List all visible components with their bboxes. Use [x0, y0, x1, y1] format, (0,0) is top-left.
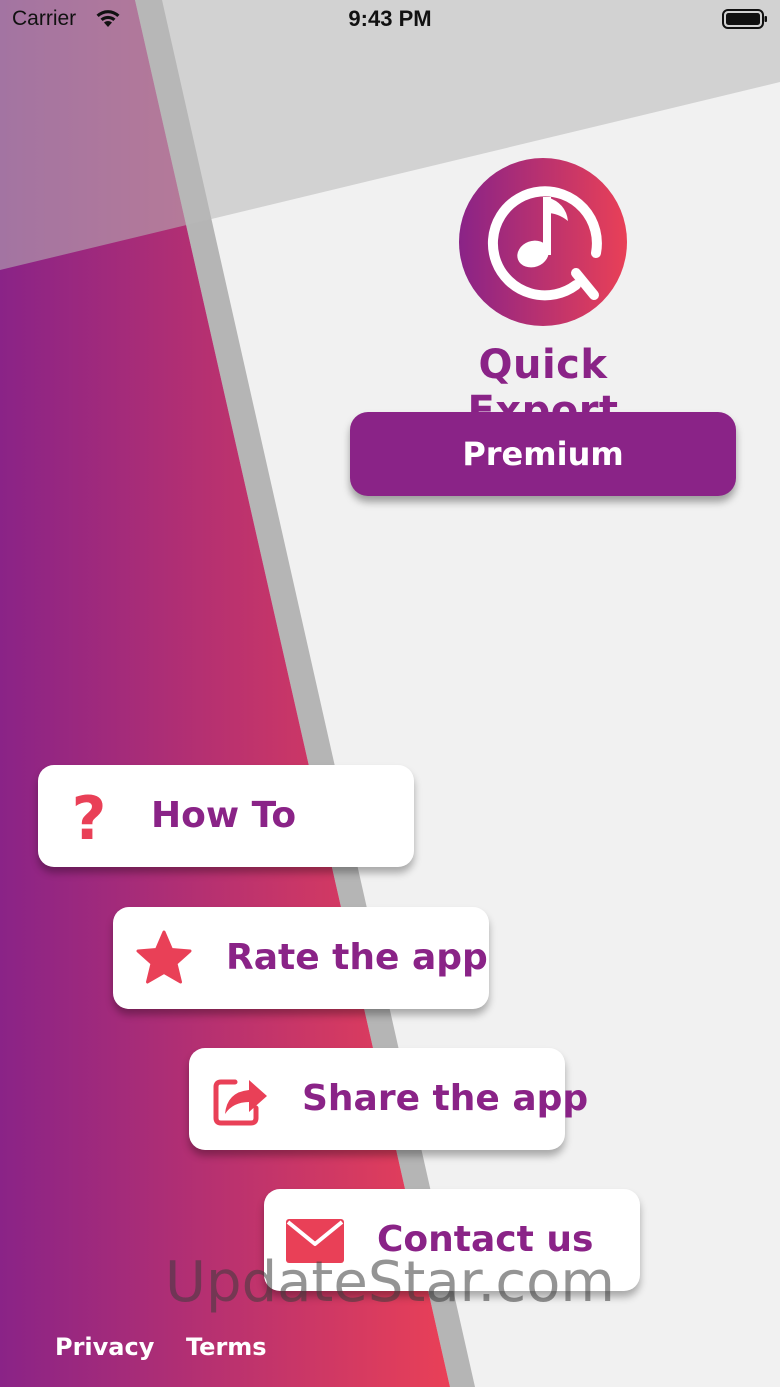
- status-bar: Carrier 9:43 PM: [0, 0, 780, 40]
- rate-app-label: Rate the app: [226, 937, 488, 978]
- share-icon: [213, 1079, 267, 1126]
- how-to-label: How To: [151, 795, 297, 836]
- star-icon: [136, 930, 192, 984]
- how-to-button[interactable]: ? How To: [38, 765, 414, 867]
- svg-text:?: ?: [72, 787, 107, 845]
- rate-app-button[interactable]: Rate the app: [113, 907, 489, 1009]
- background-artwork: [0, 0, 780, 1387]
- share-app-label: Share the app: [302, 1078, 589, 1119]
- battery-icon: [722, 9, 767, 29]
- share-app-button[interactable]: Share the app: [189, 1048, 588, 1150]
- question-icon: ?: [72, 787, 107, 845]
- clock: 9:43 PM: [348, 6, 432, 31]
- privacy-link[interactable]: Privacy: [55, 1333, 154, 1361]
- watermark: UpdateStar.com: [165, 1250, 615, 1315]
- premium-button[interactable]: Premium: [350, 412, 736, 496]
- terms-link[interactable]: Terms: [186, 1333, 267, 1361]
- app-logo-icon: [459, 158, 627, 326]
